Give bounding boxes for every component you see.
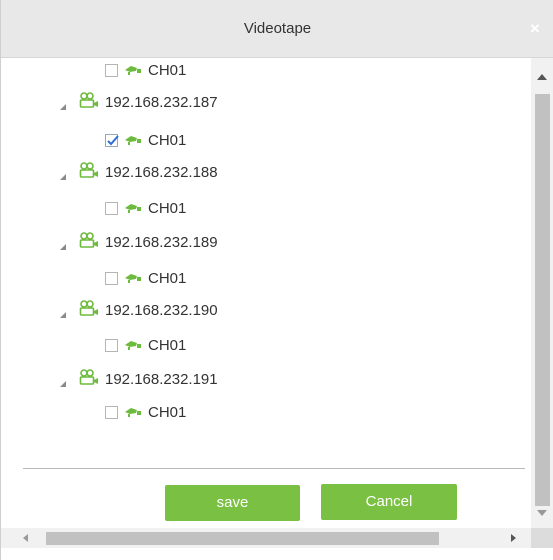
scrollbar-corner: [531, 528, 553, 548]
videotape-dialog: Videotape × CH01 192.168.232.187 CH01 19…: [0, 0, 553, 560]
horizontal-scroll-thumb[interactable]: [46, 532, 439, 545]
expand-triangle-icon[interactable]: [59, 375, 67, 387]
channel-checkbox[interactable]: [105, 271, 118, 285]
scroll-right-arrow-icon[interactable]: [511, 534, 516, 542]
expand-triangle-icon[interactable]: [59, 306, 67, 318]
device-camera-icon: [79, 162, 99, 182]
channel-label: CH01: [148, 403, 187, 421]
channel-checkbox[interactable]: [105, 338, 118, 352]
close-button[interactable]: ×: [526, 20, 544, 38]
tree-channel-row[interactable]: CH01: [105, 400, 186, 424]
channel-label: CH01: [148, 269, 187, 287]
scroll-left-arrow-icon[interactable]: [23, 534, 28, 542]
expand-triangle-icon[interactable]: [59, 238, 67, 250]
channel-camera-icon: [124, 200, 142, 217]
tree-channel-row[interactable]: CH01: [105, 128, 186, 152]
expand-triangle-icon[interactable]: [59, 168, 67, 180]
device-camera-icon: [79, 300, 99, 320]
scroll-up-arrow-icon[interactable]: [537, 74, 547, 80]
save-button[interactable]: save: [165, 485, 300, 521]
channel-camera-icon: [124, 132, 142, 149]
dialog-title: Videotape: [243, 20, 312, 37]
channel-label: CH01: [148, 199, 187, 217]
device-camera-icon: [79, 232, 99, 252]
tree-device-row[interactable]: 192.168.232.188: [59, 160, 218, 184]
channel-camera-icon: [124, 337, 142, 354]
vertical-scroll-thumb[interactable]: [535, 94, 550, 506]
tree-device-row[interactable]: 192.168.232.191: [59, 367, 218, 391]
tree-channel-row[interactable]: CH01: [105, 58, 186, 82]
tree-device-row[interactable]: 192.168.232.189: [59, 230, 218, 254]
channel-checkbox[interactable]: [105, 63, 118, 77]
device-ip-label: 192.168.232.191: [105, 370, 218, 388]
device-camera-icon: [79, 369, 99, 389]
tree-channel-row[interactable]: CH01: [105, 333, 186, 357]
device-ip-label: 192.168.232.190: [105, 301, 218, 319]
vertical-scrollbar[interactable]: [531, 58, 553, 528]
expand-triangle-icon[interactable]: [59, 98, 67, 110]
channel-checkbox[interactable]: [105, 133, 119, 147]
channel-checkbox[interactable]: [105, 201, 118, 215]
device-tree: CH01 192.168.232.187 CH01 192.168.232.18…: [1, 58, 531, 528]
tree-device-row[interactable]: 192.168.232.187: [59, 90, 218, 114]
channel-camera-icon: [124, 404, 142, 421]
scroll-down-arrow-icon[interactable]: [537, 510, 547, 516]
device-ip-label: 192.168.232.189: [105, 233, 218, 251]
footer-divider: [23, 468, 525, 469]
tree-device-row[interactable]: 192.168.232.190: [59, 298, 218, 322]
cancel-button[interactable]: Cancel: [321, 484, 457, 520]
tree-channel-row[interactable]: CH01: [105, 196, 186, 220]
checkmark-icon: [107, 134, 119, 145]
device-ip-label: 192.168.232.188: [105, 163, 218, 181]
channel-label: CH01: [148, 131, 187, 149]
channel-label: CH01: [148, 61, 187, 79]
channel-label: CH01: [148, 336, 187, 354]
channel-camera-icon: [124, 270, 142, 287]
dialog-titlebar: Videotape ×: [1, 0, 553, 58]
tree-channel-row[interactable]: CH01: [105, 266, 186, 290]
close-icon: ×: [530, 19, 540, 38]
channel-checkbox[interactable]: [105, 405, 118, 419]
device-camera-icon: [79, 92, 99, 112]
horizontal-scrollbar[interactable]: [1, 528, 531, 548]
device-ip-label: 192.168.232.187: [105, 93, 218, 111]
dialog-bottom-edge: [1, 548, 553, 560]
channel-camera-icon: [124, 62, 142, 79]
